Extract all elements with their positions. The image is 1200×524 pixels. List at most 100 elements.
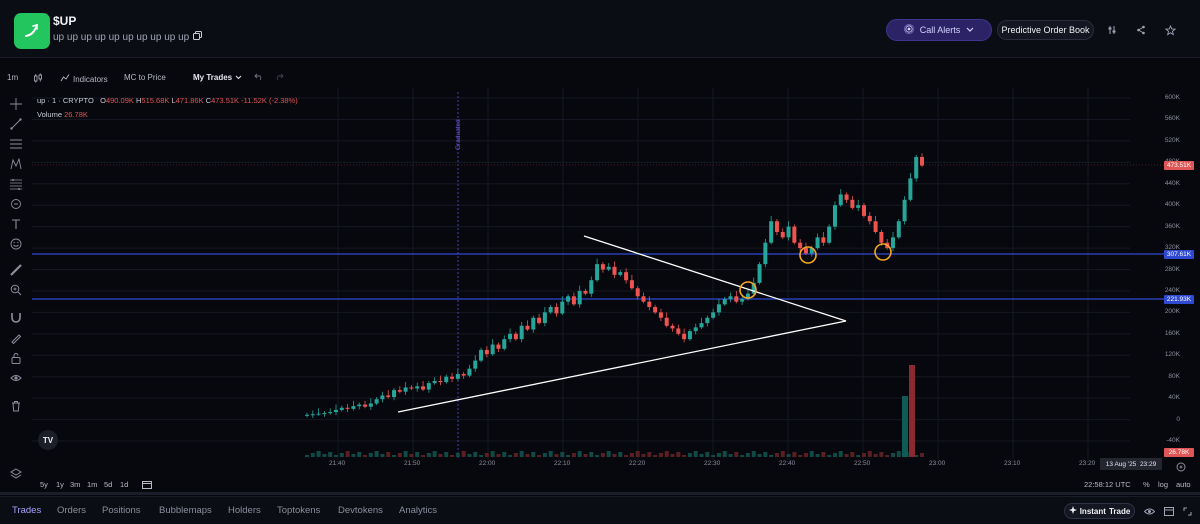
volume-bar [920, 453, 924, 457]
crosshair-date-label: 13 Aug '25 [1105, 460, 1137, 468]
utc-clock[interactable]: 22:58:12 UTC [1084, 480, 1131, 489]
panel-resize-handle[interactable] [0, 492, 1200, 495]
redo-icon[interactable] [274, 73, 284, 81]
date-range-icon[interactable] [142, 480, 152, 491]
volume-bar [322, 454, 327, 457]
expand-icon[interactable] [1181, 505, 1193, 517]
goto-realtime-icon[interactable] [1176, 459, 1186, 472]
percent-toggle[interactable]: % [1143, 480, 1150, 489]
eye-icon[interactable] [1143, 505, 1155, 517]
x-tick-label: 22:40 [779, 460, 796, 467]
tab-holders[interactable]: Holders [228, 505, 261, 516]
instant-trade-pre: Instant [1079, 506, 1106, 516]
tab-trades[interactable]: Trades [12, 505, 41, 516]
call-alerts-button[interactable]: Call Alerts [886, 19, 992, 41]
tab-bubblemaps[interactable]: Bubblemaps [159, 505, 212, 516]
x-tick-label: 21:40 [329, 460, 346, 467]
range-3m[interactable]: 3m [70, 480, 80, 489]
volume-bar [444, 452, 449, 457]
candle-body [537, 317, 542, 324]
indicators-label: Indicators [73, 74, 108, 84]
candle-body [310, 414, 315, 416]
y-tick-label: -40K [1166, 437, 1180, 444]
candle-body [415, 386, 420, 389]
auto-toggle[interactable]: auto [1176, 480, 1191, 489]
price-chart[interactable]: Graduated [32, 88, 1200, 478]
range-5y[interactable]: 5y [40, 480, 48, 489]
candle-body [444, 376, 449, 383]
trend-line-icon[interactable] [8, 116, 24, 132]
candle-body [687, 331, 692, 340]
candle-body [421, 386, 426, 390]
candle-body [711, 312, 716, 318]
settings-sliders-icon[interactable] [1103, 21, 1121, 39]
volume-bar [909, 365, 915, 457]
candle-body [560, 301, 565, 314]
eye-icon[interactable] [8, 370, 24, 386]
text-icon[interactable] [8, 216, 24, 232]
volume-bar [415, 452, 420, 457]
range-1y[interactable]: 1y [56, 480, 64, 489]
undo-icon[interactable] [254, 73, 264, 81]
zoom-in-icon[interactable] [8, 282, 24, 298]
magnet-icon[interactable] [8, 310, 24, 326]
emoji-icon[interactable] [8, 236, 24, 252]
indicators-button[interactable]: Indicators [60, 73, 108, 85]
lock-icon[interactable] [8, 350, 24, 366]
trade-marker [874, 243, 892, 261]
instant-trade-button[interactable]: Instant Trade [1064, 503, 1135, 519]
candle-body [728, 296, 733, 299]
candle-body [339, 407, 344, 410]
copy-icon[interactable] [193, 31, 203, 43]
star-icon[interactable] [1161, 21, 1179, 39]
candle-body [914, 156, 919, 179]
token-header: $UP up up up up up up up up up up Call A… [0, 0, 1200, 58]
layers-icon[interactable] [8, 466, 24, 482]
high-value: 515.68K [141, 96, 170, 105]
volume-bar [438, 454, 443, 457]
interval-select[interactable]: 1m [7, 73, 18, 82]
volume-bar [583, 454, 588, 457]
measure-icon[interactable] [8, 196, 24, 212]
pencil-lock-icon[interactable] [8, 330, 24, 346]
candle-type-icon[interactable] [33, 73, 43, 83]
candle-body [508, 333, 513, 340]
candle-body [583, 290, 588, 294]
volume-bar [815, 454, 820, 457]
trash-icon[interactable] [8, 398, 24, 414]
tab-analytics[interactable]: Analytics [399, 505, 437, 516]
share-icon[interactable] [1132, 21, 1150, 39]
candle-body [763, 242, 768, 265]
log-toggle[interactable]: log [1158, 480, 1168, 489]
tab-orders[interactable]: Orders [57, 505, 86, 516]
window-icon[interactable] [1163, 505, 1175, 517]
mc-to-price-button[interactable]: MC to Price [124, 73, 166, 82]
horizontal-lines-icon[interactable] [8, 136, 24, 152]
volume-bar [409, 454, 414, 457]
range-5d[interactable]: 5d [104, 480, 112, 489]
y-tick-label: 40K [1168, 394, 1180, 402]
y-tick-label: 120K [1164, 351, 1180, 359]
volume-bar [676, 452, 681, 457]
candle-body [363, 404, 368, 407]
volume-bar [531, 452, 536, 457]
tab-toptokens[interactable]: Toptokens [277, 505, 320, 516]
candle-body [618, 272, 623, 275]
pattern-icon[interactable] [8, 156, 24, 172]
tab-positions[interactable]: Positions [102, 505, 141, 516]
predictive-order-book-button[interactable]: Predictive Order Book [997, 20, 1094, 40]
tab-devtokens[interactable]: Devtokens [338, 505, 383, 516]
my-trades-dropdown[interactable]: My Trades [193, 73, 242, 82]
volume-bar [769, 455, 774, 457]
volume-bar [896, 451, 901, 457]
range-1m[interactable]: 1m [87, 480, 97, 489]
volume-bar [670, 454, 675, 457]
volume-bar [508, 455, 513, 457]
fib-icon[interactable] [8, 176, 24, 192]
range-1d[interactable]: 1d [120, 480, 128, 489]
tradingview-logo-icon[interactable]: TV [38, 430, 58, 450]
volume-bar [757, 454, 762, 457]
crosshair-icon[interactable] [8, 96, 24, 112]
ruler-icon[interactable] [8, 262, 24, 278]
volume-bar [560, 452, 565, 457]
